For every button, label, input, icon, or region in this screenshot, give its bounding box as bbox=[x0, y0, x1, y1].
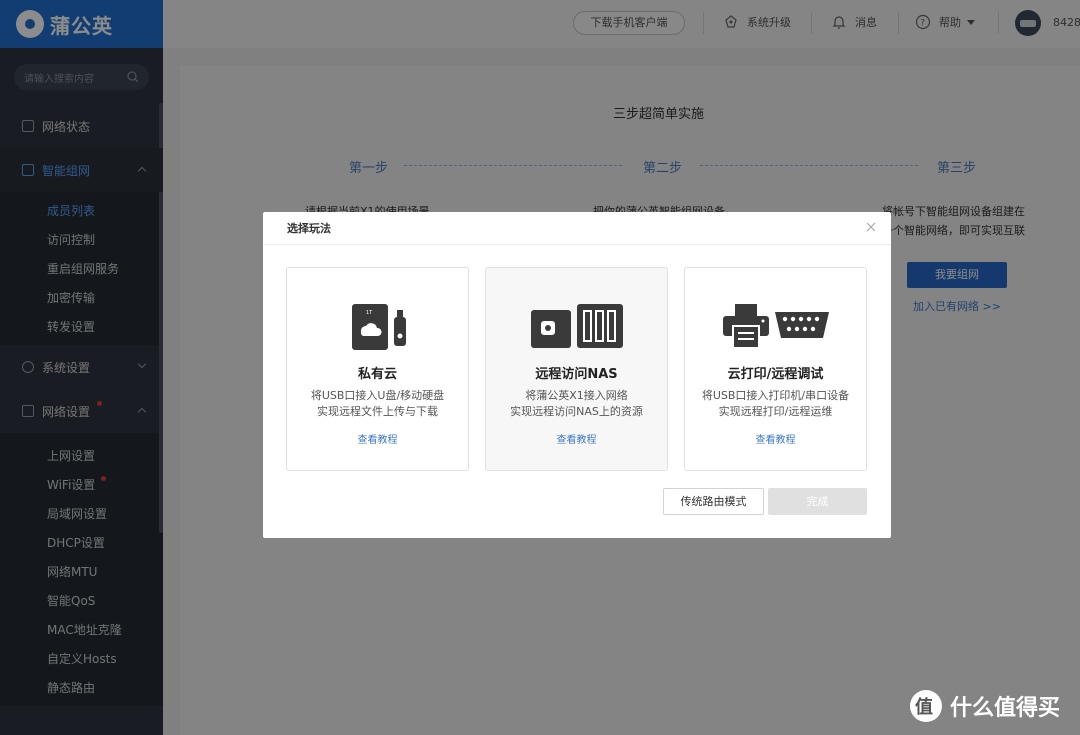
card-title: 远程访问NAS bbox=[535, 367, 618, 382]
card-title: 私有云 bbox=[357, 367, 397, 382]
card-description-line: 实现远程访问NAS上的资源 bbox=[510, 405, 643, 418]
card-description: 将USB口接入打印机/串口设备 实现远程打印/远程运维 bbox=[685, 388, 866, 420]
watermark-logo-icon bbox=[910, 690, 942, 722]
printer-serial-icon bbox=[685, 302, 866, 352]
close-icon[interactable] bbox=[865, 221, 877, 233]
card-remote-nas[interactable]: 远程访问NAS 将蒲公英X1接入网络 实现远程访问NAS上的资源 查看教程 bbox=[485, 267, 668, 471]
choose-mode-dialog: 选择玩法 1T 私有云 将USB口接入U盘/移动硬盘 实现远程文件上传与下载 查… bbox=[263, 212, 891, 538]
card-description: 将蒲公英X1接入网络 实现远程访问NAS上的资源 bbox=[486, 388, 667, 420]
card-cloud-print-debug[interactable]: 云打印/远程调试 将USB口接入打印机/串口设备 实现远程打印/远程运维 查看教… bbox=[684, 267, 867, 471]
card-description-line: 将蒲公英X1接入网络 bbox=[525, 389, 628, 402]
legacy-router-mode-button[interactable]: 传统路由模式 bbox=[663, 488, 764, 515]
dialog-title: 选择玩法 bbox=[263, 212, 891, 245]
card-title: 云打印/远程调试 bbox=[727, 367, 824, 382]
watermark-text: 什么值得买 bbox=[950, 696, 1061, 721]
view-tutorial-link[interactable]: 查看教程 bbox=[287, 431, 468, 446]
disk-capacity-label: 1T bbox=[366, 310, 373, 316]
card-description-line: 将USB口接入打印机/串口设备 bbox=[701, 389, 850, 402]
card-private-cloud[interactable]: 1T 私有云 将USB口接入U盘/移动硬盘 实现远程文件上传与下载 查看教程 bbox=[286, 267, 469, 471]
nas-icon bbox=[486, 302, 667, 352]
view-tutorial-link[interactable]: 查看教程 bbox=[685, 431, 866, 446]
card-description-line: 实现远程打印/远程运维 bbox=[718, 405, 833, 418]
card-description: 将USB口接入U盘/移动硬盘 实现远程文件上传与下载 bbox=[287, 388, 468, 420]
done-button[interactable]: 完成 bbox=[768, 488, 867, 515]
card-description-line: 实现远程文件上传与下载 bbox=[317, 405, 438, 418]
private-cloud-icon: 1T bbox=[287, 302, 468, 352]
view-tutorial-link[interactable]: 查看教程 bbox=[486, 431, 667, 446]
card-description-line: 将USB口接入U盘/移动硬盘 bbox=[310, 389, 445, 402]
watermark: 什么值得买 bbox=[910, 690, 1060, 722]
